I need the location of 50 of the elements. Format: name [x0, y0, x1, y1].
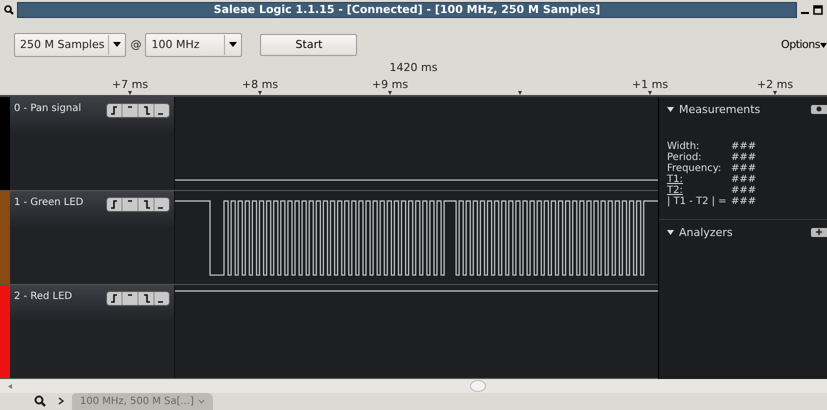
caret-icon — [820, 43, 827, 48]
tick-label: +9 ms — [372, 78, 408, 91]
search-icon[interactable] — [4, 3, 14, 16]
start-button[interactable]: Start — [260, 34, 358, 56]
rate-dropdown[interactable]: 100 MHz — [145, 32, 242, 57]
measurement-value: ### — [731, 184, 756, 196]
measurement-label: | T1 - T2 | = — [667, 196, 727, 207]
horizontal-scrollbar[interactable] — [0, 379, 827, 393]
tick-mark-icon — [518, 90, 522, 95]
measurement-value: ### — [731, 174, 756, 185]
tick-mark-icon — [258, 90, 262, 95]
tick-label: +8 ms — [242, 78, 278, 91]
scroll-left-icon[interactable] — [8, 384, 12, 388]
caret-icon — [667, 106, 674, 112]
tick-label: +7 ms — [112, 78, 148, 91]
options-menu[interactable]: Options — [781, 38, 827, 52]
measurement-value: ### — [731, 152, 756, 163]
measurement-label: Period: — [667, 152, 703, 163]
window-title: Saleae Logic 1.1.15 - [Connected] - [100 MHz, 250 M Samples] — [17, 2, 797, 18]
channel-name: 1 - Green LED — [14, 196, 84, 208]
measurements-header[interactable]: Measurements — [667, 102, 760, 116]
caret-icon — [667, 230, 674, 235]
at-sign: @ — [130, 38, 142, 52]
measurement-value: ### — [731, 162, 756, 174]
trigger-buttons-icon[interactable] — [106, 102, 170, 118]
tick-mark-icon — [128, 90, 132, 95]
tick-mark-icon — [388, 90, 392, 95]
maximize-icon[interactable] — [813, 3, 823, 16]
measurement-value: ### — [731, 196, 756, 207]
time-label: 1420 ms — [390, 60, 438, 74]
measurement-label: T1: — [667, 174, 684, 185]
measurement-label: Width: — [667, 140, 700, 152]
measurement-label: Frequency: — [667, 162, 722, 174]
add-icon[interactable] — [811, 228, 827, 237]
tick-label: +2 ms — [756, 78, 794, 91]
tick-label: +1 ms — [632, 78, 668, 91]
tick-mark-icon — [648, 90, 652, 95]
trigger-buttons-icon[interactable] — [106, 290, 170, 306]
caret-icon — [113, 42, 122, 48]
tick-mark-icon — [773, 90, 777, 95]
trigger-buttons-icon[interactable] — [106, 196, 170, 212]
measurement-value: ### — [731, 140, 756, 152]
analyzers-header[interactable]: Analyzers — [667, 226, 733, 239]
caret-icon — [198, 398, 205, 404]
samples-dropdown[interactable]: 250 M Samples — [14, 32, 126, 57]
scroll-thumb[interactable] — [470, 380, 486, 392]
caret-icon — [229, 42, 238, 48]
channel-name: 2 - Red LED — [14, 290, 72, 302]
channel-name: 0 - Pan signal — [14, 102, 82, 114]
measurement-label: T2: — [667, 184, 684, 196]
